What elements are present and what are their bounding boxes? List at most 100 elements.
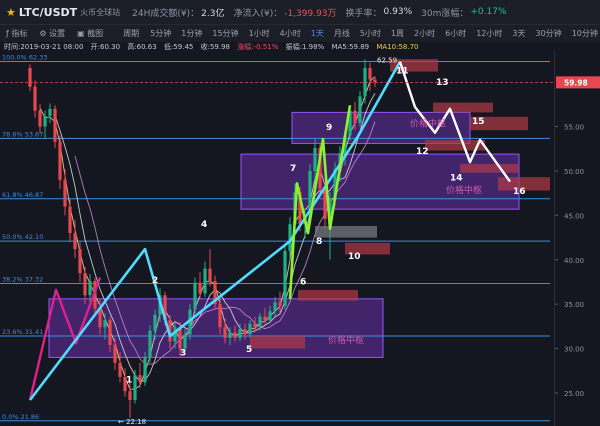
- candle-body: [148, 330, 152, 358]
- y-axis-divider: [554, 50, 555, 426]
- pair-title[interactable]: LTC/USDT: [19, 6, 77, 19]
- wave-number-label: 9: [326, 123, 332, 133]
- price-chart[interactable]: 25.0030.0035.0040.0045.0050.0055.00100.0…: [0, 50, 600, 426]
- candle-body: [373, 79, 377, 83]
- y-tick-label: 50.00: [564, 168, 584, 176]
- candle-body: [353, 110, 357, 124]
- candle-body: [103, 320, 107, 328]
- fib-level-label: 0.0% 21.86: [2, 413, 39, 421]
- interval-5h[interactable]: 5小时: [360, 28, 381, 39]
- fib-level-label: 100.0% 62.33: [2, 53, 47, 61]
- candle-body: [113, 344, 117, 363]
- candle-body: [48, 108, 52, 116]
- turnover-label: 换手率：: [345, 8, 382, 19]
- candle-body: [88, 281, 92, 296]
- interval-1d[interactable]: 1天: [311, 28, 324, 39]
- wave-number-label: 3: [180, 349, 186, 359]
- interval-3d[interactable]: 3天: [512, 28, 525, 39]
- candle-body: [38, 110, 42, 127]
- candle-body: [253, 323, 257, 328]
- interval-5min[interactable]: 5分钟: [150, 28, 171, 39]
- candle-body: [138, 375, 142, 383]
- period-label: 周期: [123, 29, 140, 38]
- candle-body: [43, 115, 47, 127]
- candle-body: [28, 67, 32, 87]
- candle-body: [78, 249, 82, 274]
- interval-2h[interactable]: 2小时: [414, 28, 435, 39]
- interval-month[interactable]: 月线: [334, 28, 350, 39]
- wave-number-label: 2: [152, 276, 158, 286]
- high-value-label: 62.59: [377, 57, 397, 65]
- box-label-mid: 价格中枢: [446, 184, 482, 196]
- screenshot-button[interactable]: ▣ 截图: [77, 28, 103, 39]
- candle-body: [53, 108, 57, 142]
- wave-number-label: 1: [126, 375, 132, 385]
- wave-number-label: 6: [300, 278, 306, 288]
- volume-label: 24H成交额(¥)：: [132, 8, 200, 19]
- wave-number-label: 4: [201, 220, 207, 230]
- interval-1w[interactable]: 1周: [391, 28, 404, 39]
- wave-number-label: 7: [290, 164, 296, 174]
- indicator-label: 指标: [11, 29, 28, 38]
- fib-level-label: 61.8% 46.87: [2, 191, 43, 199]
- red-zone: [460, 163, 518, 173]
- interval-15min[interactable]: 15分钟: [212, 28, 238, 39]
- interval-12h[interactable]: 12小时: [476, 28, 502, 39]
- candle-body: [183, 334, 187, 349]
- wave-number-label: 12: [416, 147, 429, 157]
- interval-30min[interactable]: 30分钟: [536, 28, 562, 39]
- candle-body: [273, 302, 277, 312]
- favorite-star-icon[interactable]: ★: [6, 6, 16, 19]
- wave-number-label: 13: [436, 78, 449, 88]
- candle-body: [118, 362, 122, 377]
- y-tick-label: 40.00: [564, 257, 584, 265]
- fib-level-label: 50.0% 42.10: [2, 233, 43, 241]
- fib-level-label: 23.6% 31.41: [2, 328, 43, 336]
- candle-body: [283, 250, 287, 306]
- interval-1h[interactable]: 1小时: [249, 28, 270, 39]
- screenshot-label: 截图: [87, 29, 104, 38]
- candle-body: [228, 332, 232, 338]
- red-zone: [433, 102, 493, 113]
- candle-body: [68, 206, 72, 234]
- fib-level-label: 78.6% 53.67: [2, 130, 43, 138]
- wave-number-label: 11: [396, 66, 409, 76]
- box-label-low: 价格中枢: [328, 334, 364, 346]
- netflow-label: 净流入(¥)：: [233, 8, 283, 19]
- candle-body: [263, 316, 267, 321]
- wave-number-label: 10: [348, 252, 361, 262]
- indicator-button[interactable]: ƒ 指标: [6, 28, 27, 39]
- y-tick-label: 30.00: [564, 346, 584, 354]
- box-label-high: 价格中枢: [410, 118, 446, 130]
- exchange-name: 火币全球站: [80, 7, 121, 17]
- candle-body: [368, 67, 372, 80]
- netflow-value: -1,399.93万: [284, 8, 337, 19]
- wave-number-label: 15: [472, 117, 485, 127]
- wave-number-label: 8: [316, 237, 322, 247]
- change-label: 30m涨幅：: [421, 8, 469, 19]
- wave-number-label: 16: [513, 187, 526, 197]
- candle-body: [133, 375, 137, 401]
- settings-button[interactable]: ⚙ 设置: [39, 28, 65, 39]
- candle-body: [258, 316, 262, 328]
- interval-10min[interactable]: 10分钟: [572, 28, 598, 39]
- wave-number-label: 5: [246, 345, 252, 355]
- turnover-value: 0.93%: [383, 7, 413, 17]
- settings-label: 设置: [49, 29, 66, 38]
- low-value-label: ← 22.18: [118, 418, 146, 426]
- candle-body: [358, 96, 362, 124]
- candle-body: [238, 329, 242, 338]
- chart-toolbar: ƒ 指标 ⚙ 设置 ▣ 截图 周期 5分钟 1分钟 15分钟 1小时 4小时 1…: [0, 24, 600, 42]
- candle-body: [33, 86, 37, 111]
- candle-body: [313, 147, 317, 171]
- candle-body: [108, 320, 112, 345]
- candle-body: [198, 282, 202, 294]
- consolidation-box-mid: [240, 153, 520, 210]
- candle-body: [223, 327, 227, 338]
- candle-body: [143, 357, 147, 383]
- candle-body: [83, 273, 87, 296]
- interval-1min[interactable]: 1分钟: [181, 28, 202, 39]
- candle-body: [268, 311, 272, 321]
- interval-6h[interactable]: 6小时: [445, 28, 466, 39]
- interval-4h[interactable]: 4小时: [280, 28, 301, 39]
